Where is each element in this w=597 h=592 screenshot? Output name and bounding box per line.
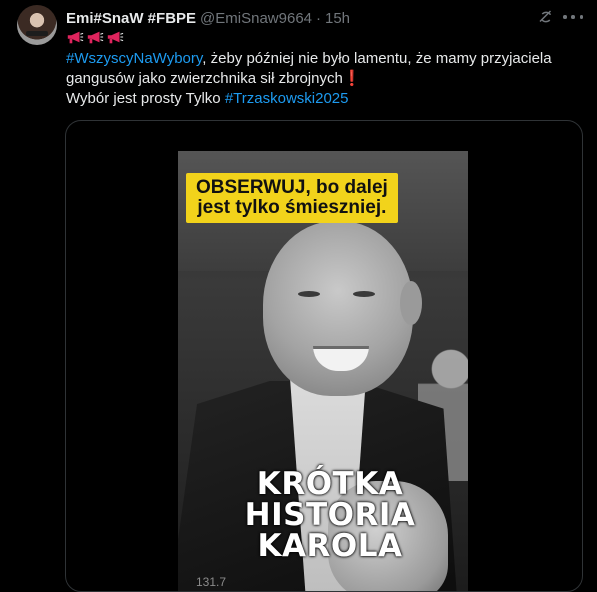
timestamp[interactable]: 15h xyxy=(325,10,350,27)
tweet-header: Emi#SnaW #FBPE @EmiSnaw9664 · 15h xyxy=(66,8,350,28)
tweet-line-1: #WszyscyNaWybory, żeby później nie było … xyxy=(66,49,586,89)
avatar[interactable] xyxy=(17,5,57,45)
author-name[interactable]: Emi#SnaW #FBPE xyxy=(66,10,196,27)
tweet-line-2: Wybór jest prosty Tylko #Trzaskowski2025 xyxy=(66,89,586,109)
separator: · xyxy=(316,9,321,27)
video-frame[interactable]: 131.7 OBSERWUJ, bo dalej jest tylko śmie… xyxy=(178,151,468,591)
tweet-text: #WszyscyNaWybory, żeby później nie było … xyxy=(66,49,586,109)
background-number: 131.7 xyxy=(196,575,227,589)
exclamation-emoji: ❗ xyxy=(342,70,362,87)
portrait-eye-right xyxy=(353,291,375,297)
media-container[interactable]: 131.7 OBSERWUJ, bo dalej jest tylko śmie… xyxy=(65,120,583,592)
tweet[interactable]: Emi#SnaW #FBPE @EmiSnaw9664 · 15h #Wszys… xyxy=(0,0,597,592)
portrait-eye-left xyxy=(298,291,320,297)
caption-box: OBSERWUJ, bo dalej jest tylko śmieszniej… xyxy=(186,173,398,223)
hashtag-wszyscynawybory[interactable]: #WszyscyNaWybory xyxy=(66,50,202,67)
caption-line-2: jest tylko śmieszniej. xyxy=(197,197,387,218)
grok-icon[interactable] xyxy=(537,8,555,26)
megaphone-icon xyxy=(107,31,124,44)
author-handle[interactable]: @EmiSnaw9664 xyxy=(200,10,312,27)
video-title: KRÓTKA HISTORIA KAROLA xyxy=(230,469,430,562)
megaphone-icon xyxy=(67,31,84,44)
video-title-line-3: KAROLA xyxy=(257,528,403,564)
hashtag-trzaskowski2025[interactable]: #Trzaskowski2025 xyxy=(225,90,349,107)
caption-line-1: OBSERWUJ, bo dalej xyxy=(196,177,388,198)
tweet-line-2-text: Wybór jest prosty Tylko xyxy=(66,90,225,107)
megaphone-row xyxy=(66,29,124,47)
portrait-ear xyxy=(400,281,422,325)
video-title-line-1: KRÓTKA xyxy=(256,466,404,502)
video-title-line-2: HISTORIA xyxy=(244,497,416,533)
megaphone-icon xyxy=(87,31,104,44)
more-icon[interactable] xyxy=(563,8,583,26)
